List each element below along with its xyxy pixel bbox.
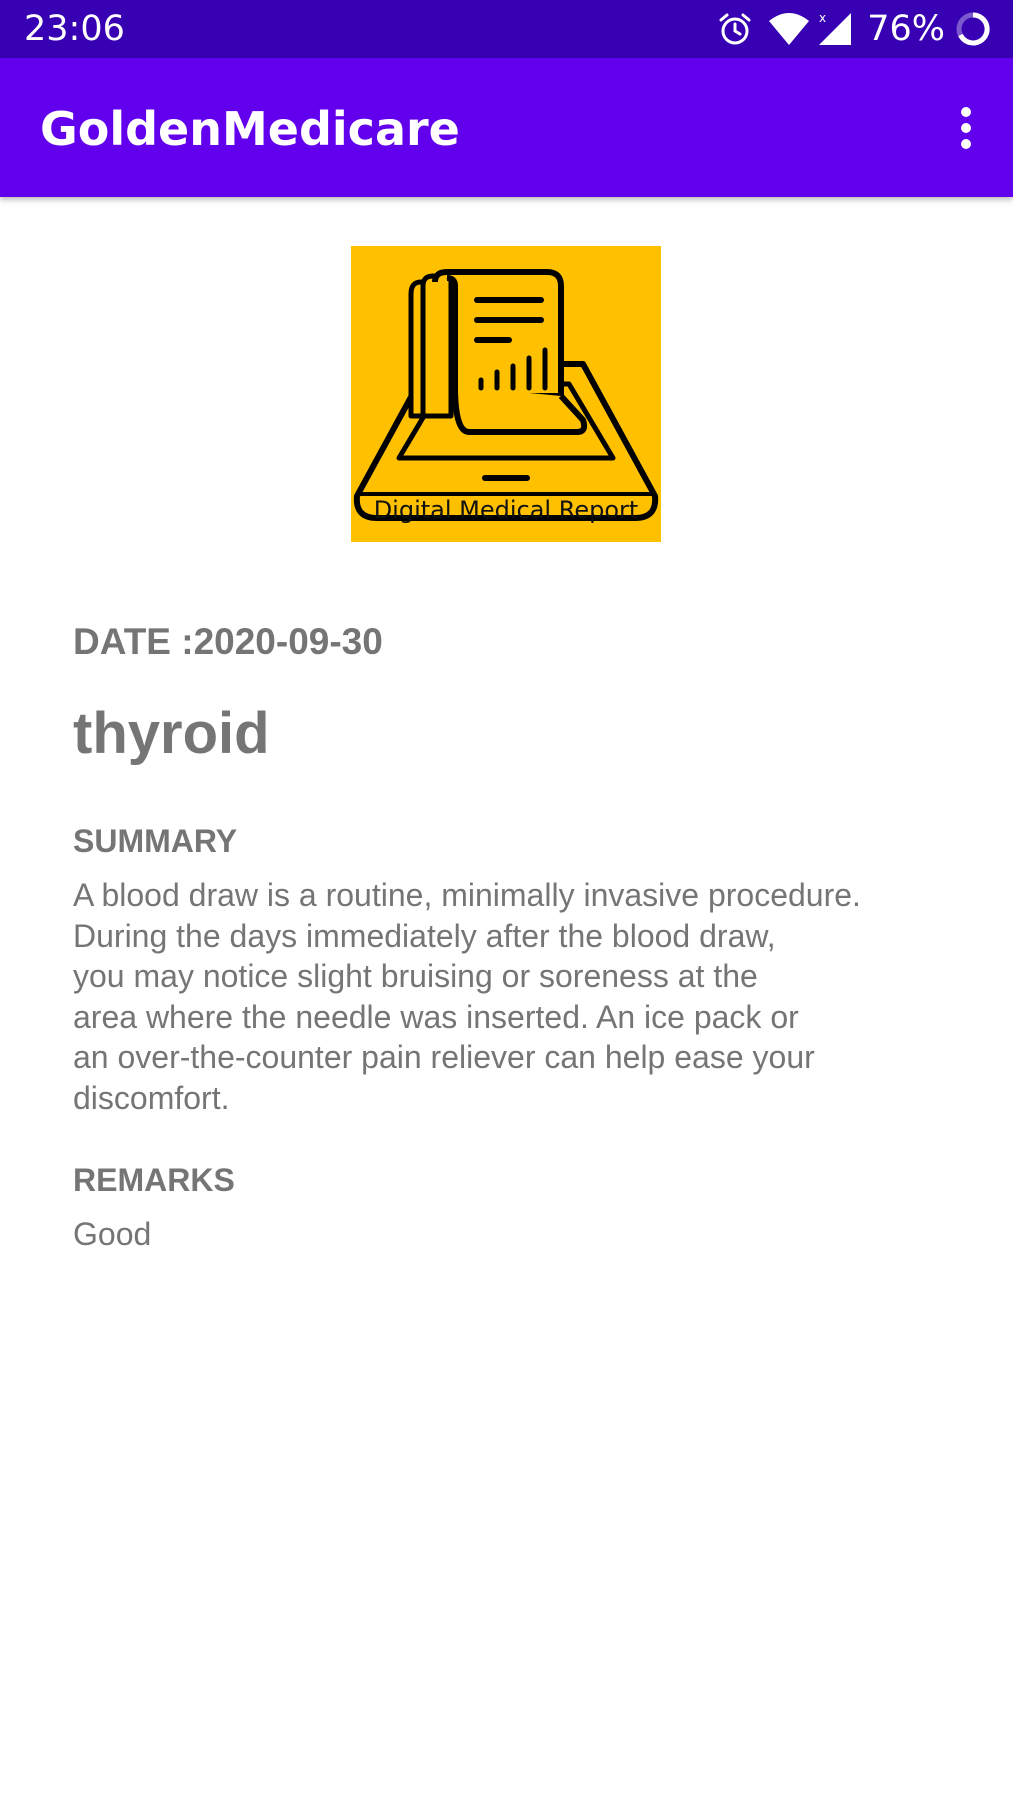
status-bar: 23:06 x 76%	[0, 0, 1013, 58]
summary-label: SUMMARY	[73, 823, 238, 859]
status-time: 23:06	[24, 9, 125, 49]
wifi-icon	[767, 11, 811, 47]
alarm-icon	[717, 11, 753, 47]
summary-text: A blood draw is a routine, minimally inv…	[73, 875, 953, 1118]
battery-percent: 76%	[867, 9, 945, 49]
logo-caption: Digital Medical Report	[373, 496, 639, 524]
cell-signal-icon: x	[817, 11, 853, 47]
summary-line: an over-the-counter pain reliever can he…	[73, 1039, 815, 1075]
more-vert-icon[interactable]	[941, 96, 991, 160]
report-logo: Digital Medical Report	[351, 246, 661, 542]
remarks-text: Good	[73, 1216, 152, 1252]
remarks-label: REMARKS	[73, 1162, 235, 1198]
summary-line: you may notice slight bruising or sorene…	[73, 958, 758, 994]
report-title: thyroid	[73, 701, 270, 766]
summary-line: During the days immediately after the bl…	[73, 917, 776, 954]
app-title: GoldenMedicare	[40, 102, 460, 156]
app-bar: GoldenMedicare	[0, 58, 1013, 197]
summary-line: A blood draw is a routine, minimally inv…	[73, 877, 861, 913]
report-date: DATE :2020-09-30	[73, 621, 383, 662]
battery-icon	[955, 11, 991, 47]
svg-text:x: x	[819, 11, 826, 25]
report-detail: DATE :2020-09-30 thyroid SUMMARY A blood…	[73, 617, 953, 1255]
status-icons: x 76%	[717, 8, 991, 50]
summary-line: area where the needle was inserted. An i…	[73, 998, 799, 1035]
summary-line: discomfort.	[73, 1079, 230, 1116]
